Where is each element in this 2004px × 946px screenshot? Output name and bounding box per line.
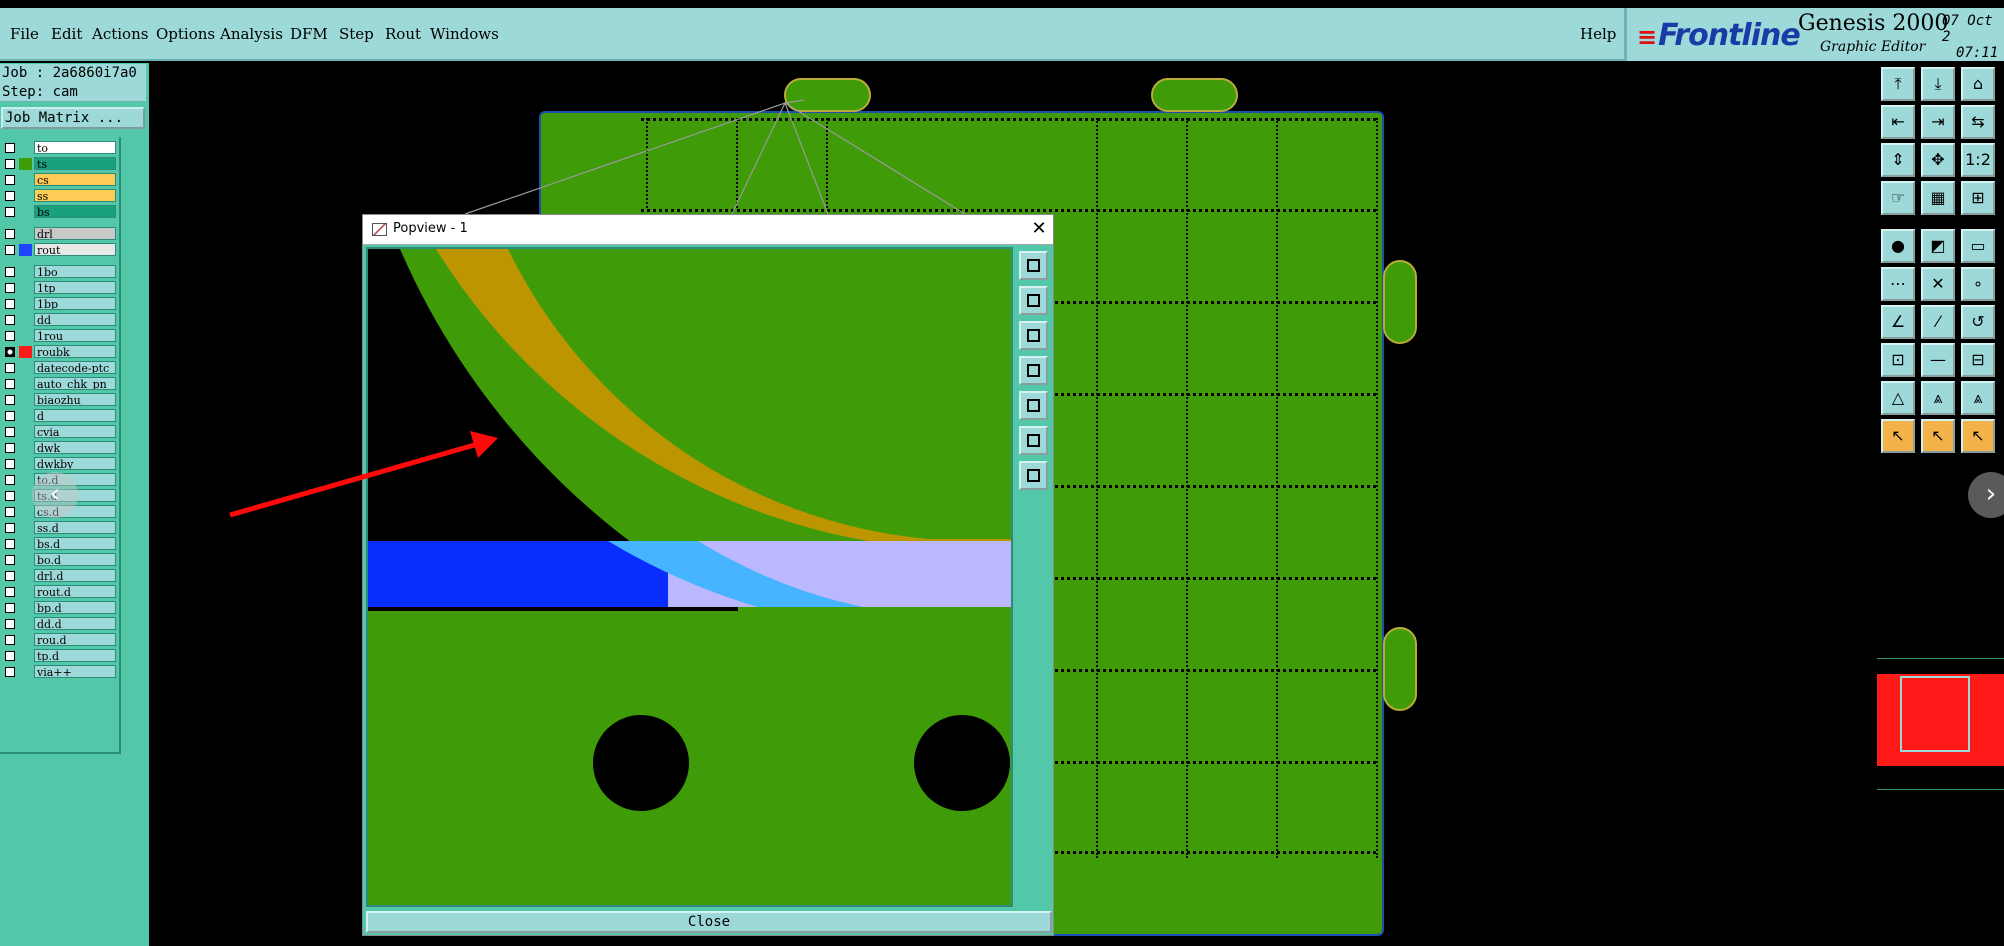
toolbar-button[interactable]: ▭ [1961,229,1995,263]
toolbar-button[interactable]: ↖ [1921,419,1955,453]
slash-icon: ⁄ [1936,312,1940,331]
rotate-icon: ↺ [1971,312,1985,331]
angle-icon: ∠ [1890,312,1906,331]
view-bottom-icon: ⤓ [1934,74,1942,93]
hand-icon: ☞ [1890,188,1906,207]
toolbar-button[interactable]: ✥ [1921,143,1955,177]
toolbar-button[interactable]: △ [1881,381,1915,415]
triangle-icon: △ [1891,388,1905,407]
grid-icon: ▦ [1930,188,1946,207]
center-icon: ✥ [1931,150,1945,169]
pointer-select-icon: ↖ [1931,426,1945,445]
fit-vertical-icon: ⇕ [1891,150,1905,169]
toolbar-button[interactable]: ⤓ [1921,67,1955,101]
toolbar-button[interactable]: ⩓ [1961,381,1995,415]
nodes-icon: ⋯ [1890,274,1906,293]
box-select-icon: ⊡ [1891,350,1905,369]
prev-nav-button[interactable]: ‹ [32,472,78,518]
pad-icon: ● [1891,236,1905,255]
genesis-window: File Edit Actions Options Analysis DFM S… [0,0,2004,946]
toolbar-button[interactable]: ⌂ [1961,67,1995,101]
overview-viewport [1900,676,1970,752]
view-left-icon: ⇤ [1891,112,1905,131]
toolbar-button[interactable]: ⩓ [1921,381,1955,415]
view-right-icon: ⇥ [1931,112,1945,131]
text-a-icon: ⩓ [1933,388,1943,407]
toolbar-button[interactable]: — [1921,343,1955,377]
snap-icon: ⊞ [1971,188,1985,207]
text-a-bold-icon: ⩓ [1973,388,1983,407]
annotation-arrow [229,431,498,518]
toolbar-button[interactable]: ↖ [1881,419,1915,453]
toolbar-button[interactable]: ◩ [1921,229,1955,263]
toolbar-button[interactable]: ☞ [1881,181,1915,215]
pointer-icon: ↖ [1891,426,1905,445]
toolbar-button[interactable]: ⊞ [1961,181,1995,215]
view-top-icon: ⤒ [1894,74,1902,93]
scale-icon: 1:2 [1965,150,1991,169]
toolbar-button[interactable]: ⋯ [1881,267,1915,301]
toolbar-button[interactable]: ⤒ [1881,67,1915,101]
toolbar-button[interactable]: ∠ [1881,305,1915,339]
arc-point-icon: ∘ [1972,274,1983,293]
toolbar-button[interactable]: ⇕ [1881,143,1915,177]
horizontal-line-icon: — [1930,350,1946,369]
toolbar-button[interactable]: ⊟ [1961,343,1995,377]
overview-map[interactable] [1877,658,2004,790]
toolbar-button[interactable]: ⇥ [1921,105,1955,139]
toolbar-button[interactable]: ↖ [1961,419,1995,453]
toolbar-button[interactable]: ⊡ [1881,343,1915,377]
swap-icon: ⇆ [1971,112,1985,131]
toolbar-button[interactable]: ● [1881,229,1915,263]
home-icon: ⌂ [1972,74,1984,93]
toolbar-button[interactable]: ⇤ [1881,105,1915,139]
line-icon: ▭ [1970,236,1986,255]
toolbar-button[interactable]: ✕ [1921,267,1955,301]
dimension-icon: ⊟ [1971,350,1985,369]
toolbar-button[interactable]: ⁄ [1921,305,1955,339]
toolbar-button[interactable]: ∘ [1961,267,1995,301]
fill-icon: ◩ [1930,236,1946,255]
cross-icon: ✕ [1931,274,1945,293]
toolbar-button[interactable]: ↺ [1961,305,1995,339]
pointer-edit-icon: ↖ [1971,426,1985,445]
toolbar-button[interactable]: ⇆ [1961,105,1995,139]
toolbar-button[interactable]: ▦ [1921,181,1955,215]
toolbar-button[interactable]: 1:2 [1961,143,1995,177]
